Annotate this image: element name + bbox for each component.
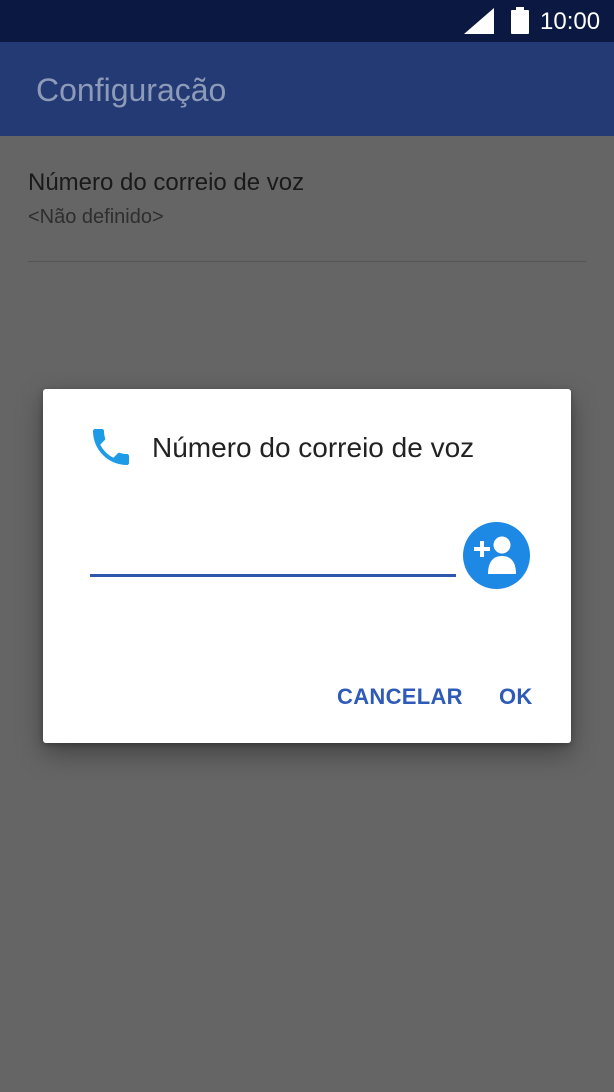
setting-summary: <Não definido> [28,206,164,228]
dialog-actions: CANCELAR OK [43,679,571,715]
voicemail-number-setting[interactable]: Número do correio de voz <Não definido> [0,136,614,262]
screen: { "status_bar": { "time": "10:00", "icon… [0,0,614,1092]
divider [28,261,586,262]
status-bar: 10:00 [0,0,614,42]
cancel-button[interactable]: CANCELAR [337,679,463,715]
status-time: 10:00 [540,8,601,35]
app-bar: Configuração [0,42,614,136]
dialog-title: Número do correio de voz [152,432,475,463]
battery-icon [511,7,529,34]
add-contact-button[interactable] [463,522,530,589]
voicemail-number-input[interactable] [90,527,456,577]
signal-icon [464,8,494,34]
add-contact-icon [474,536,516,574]
setting-title: Número do correio de voz [28,169,305,196]
voicemail-number-dialog: Número do correio de voz CANCELAR OK [43,389,571,743]
ok-button[interactable]: OK [499,679,533,715]
page-title: Configuração [36,72,227,108]
phone-icon [93,429,129,465]
